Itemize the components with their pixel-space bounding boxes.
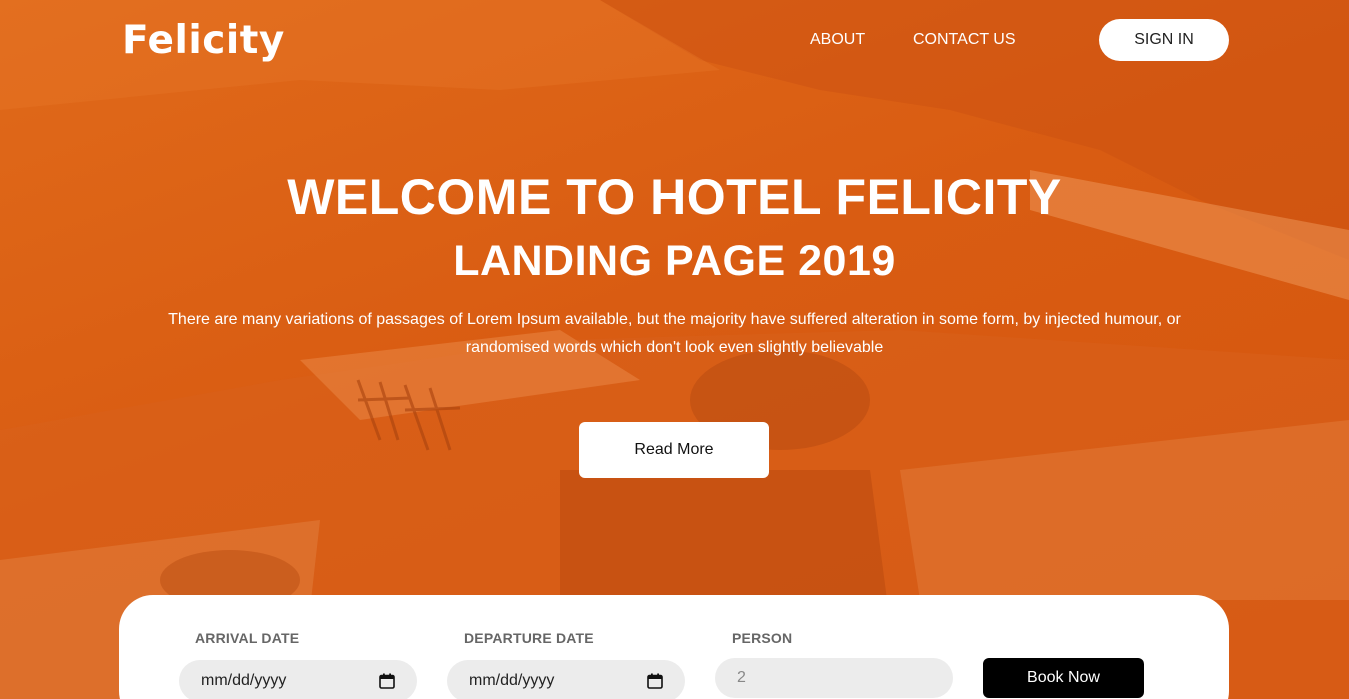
booking-form: ARRIVAL DATE mm/dd/yyyy DEPARTURE DATE m…: [119, 595, 1229, 699]
book-now-button[interactable]: Book Now: [983, 658, 1144, 698]
person-input[interactable]: 2: [715, 658, 953, 698]
hero-description: There are many variations of passages of…: [168, 311, 1181, 356]
hero-title: WELCOME TO HOTEL FELICITY: [287, 169, 1062, 225]
person-label: PERSON: [732, 630, 793, 646]
arrival-date-label: ARRIVAL DATE: [195, 630, 300, 646]
departure-date-input[interactable]: mm/dd/yyyy: [447, 660, 685, 699]
calendar-icon[interactable]: [647, 673, 663, 689]
sign-in-button[interactable]: SIGN IN: [1099, 19, 1229, 61]
nav-about-link[interactable]: ABOUT: [810, 31, 865, 49]
hero-section: Felicity ABOUT CONTACT US SIGN IN WELCOM…: [0, 0, 1349, 699]
arrival-date-value: mm/dd/yyyy: [201, 672, 287, 689]
arrival-date-input[interactable]: mm/dd/yyyy: [179, 660, 417, 699]
departure-date-value: mm/dd/yyyy: [469, 672, 555, 689]
calendar-icon[interactable]: [379, 673, 395, 689]
brand-logo[interactable]: Felicity: [122, 18, 285, 63]
hero-subtitle: LANDING PAGE 2019: [453, 237, 896, 285]
read-more-button[interactable]: Read More: [579, 422, 769, 478]
nav-contact-link[interactable]: CONTACT US: [913, 31, 1016, 49]
person-placeholder: 2: [737, 669, 746, 686]
departure-date-label: DEPARTURE DATE: [464, 630, 594, 646]
